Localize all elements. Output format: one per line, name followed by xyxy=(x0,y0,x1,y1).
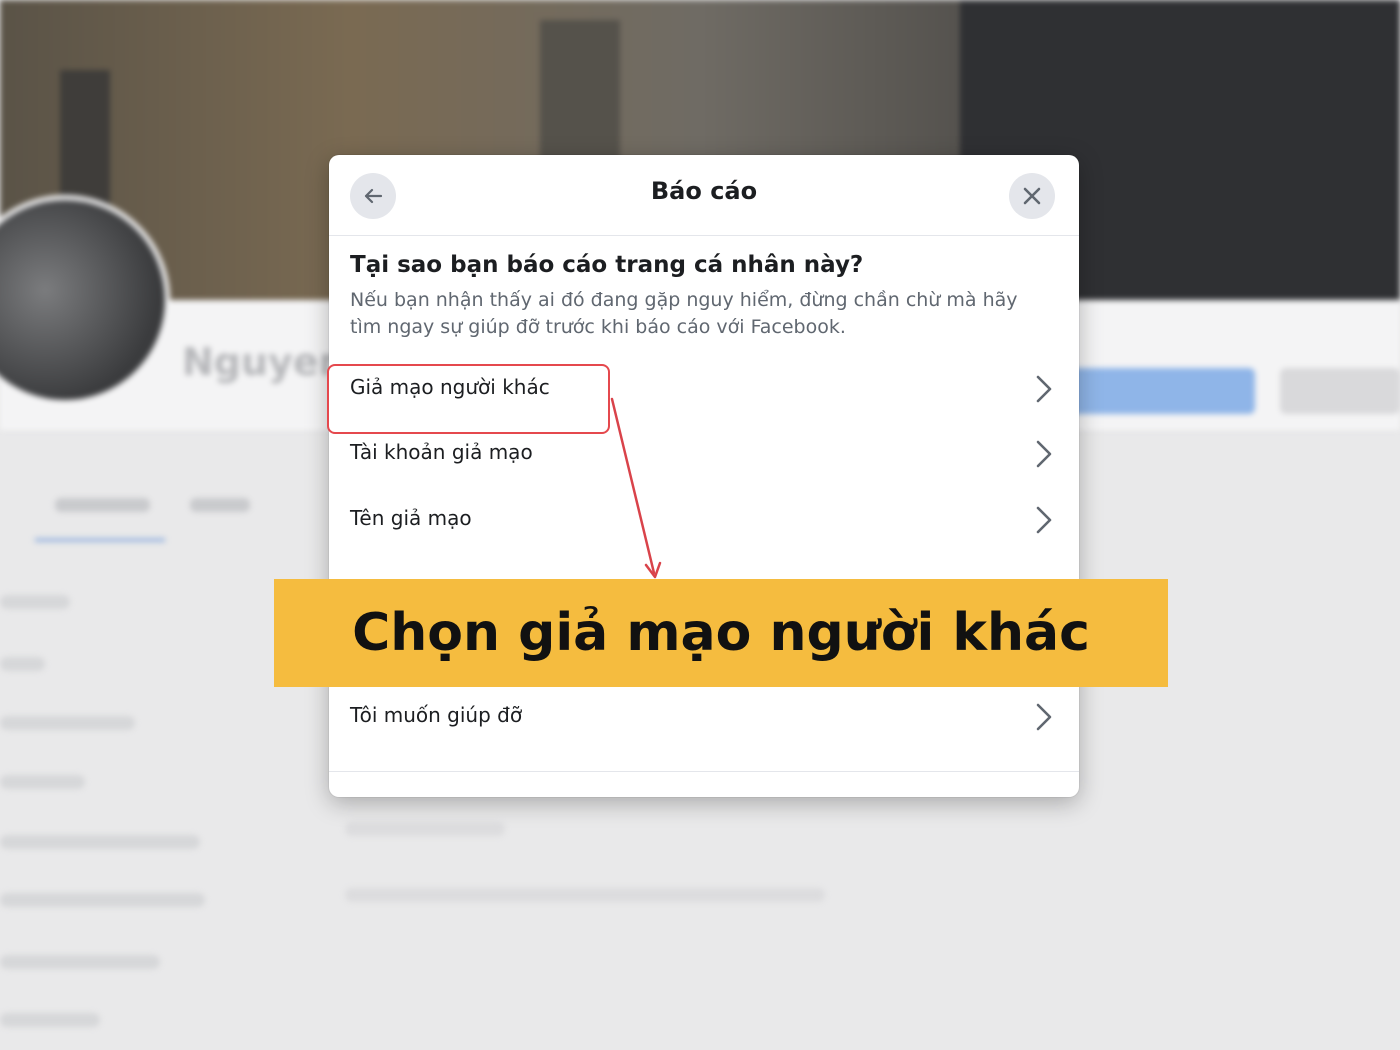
chevron-right-icon xyxy=(1036,703,1052,731)
annotation-arrow xyxy=(610,397,662,579)
option-label: Tên giả mạo xyxy=(350,506,472,530)
option-label: Tôi muốn giúp đỡ xyxy=(350,703,523,727)
safety-note: Nếu bạn nhận thấy ai đó đang gặp nguy hi… xyxy=(350,289,1018,338)
profile-name: Nguyen xyxy=(182,340,346,384)
primary-action-button xyxy=(1060,368,1255,414)
instruction-banner: Chọn giả mạo người khác xyxy=(274,579,1168,687)
close-icon xyxy=(1023,187,1041,205)
secondary-action-button xyxy=(1280,368,1400,414)
option-fake-name[interactable]: Tên giả mạo xyxy=(329,489,1079,551)
highlight-box xyxy=(327,364,610,434)
option-label: Tài khoản giả mạo xyxy=(350,440,533,464)
chevron-right-icon xyxy=(1036,506,1052,534)
dialog-title: Báo cáo xyxy=(650,177,758,205)
option-want-help[interactable]: Tôi muốn giúp đỡ xyxy=(329,686,1079,748)
report-dialog: Báo cáo Tại sao bạn báo cáo trang cá nhâ… xyxy=(329,155,1079,797)
dialog-footer-divider xyxy=(329,771,1079,772)
dialog-header: Báo cáo xyxy=(329,155,1079,236)
chevron-right-icon xyxy=(1036,375,1052,403)
instruction-text: Chọn giả mạo người khác xyxy=(352,603,1090,663)
profile-tabs xyxy=(0,490,330,520)
report-question: Tại sao bạn báo cáo trang cá nhân này? xyxy=(350,252,864,278)
close-button[interactable] xyxy=(1009,173,1055,219)
active-tab-underline xyxy=(35,538,165,542)
chevron-right-icon xyxy=(1036,440,1052,468)
